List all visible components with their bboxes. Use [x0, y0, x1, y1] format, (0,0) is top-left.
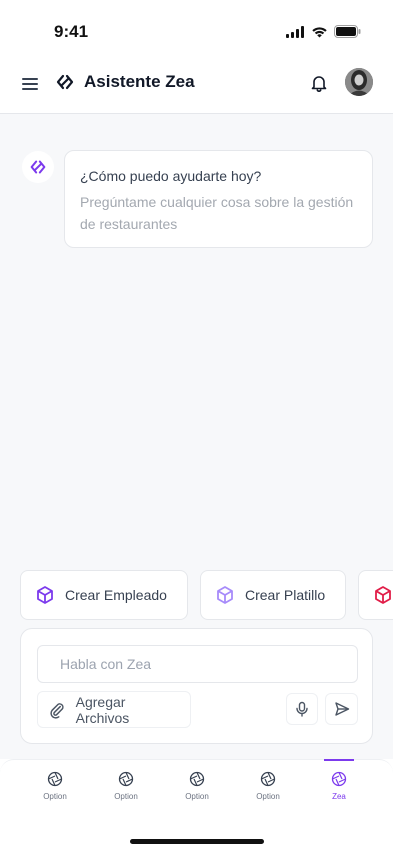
send-icon [334, 702, 349, 716]
bot-message: ¿Cómo puedo ayudarte hoy? Pregúntame cua… [64, 150, 373, 248]
microphone-button[interactable] [286, 693, 318, 725]
quick-action-crear-platillo[interactable]: Crear Platillo [200, 570, 346, 620]
quick-action-crear-empleado[interactable]: Crear Empleado [20, 570, 188, 620]
user-avatar-icon [345, 68, 373, 96]
active-tab-indicator [324, 759, 354, 761]
status-icons [286, 25, 361, 38]
attach-files-button[interactable]: Agregar Archivos [37, 691, 191, 728]
link-code-icon [30, 160, 46, 174]
quick-actions: Crear Empleado Crear Platillo [20, 570, 393, 620]
attach-files-label: Agregar Archivos [75, 693, 130, 726]
aperture-icon [47, 771, 63, 787]
cube-icon [217, 586, 233, 604]
message-subtitle: Pregúntame cualquier cosa sobre la gesti… [80, 194, 354, 232]
page-title: Asistente Zea [84, 72, 195, 91]
status-time: 9:41 [54, 22, 89, 41]
aperture-icon [189, 771, 205, 787]
nav-label: Option [114, 792, 138, 801]
battery-icon [334, 25, 361, 38]
nav-item-option-2[interactable]: Option [96, 760, 156, 810]
bot-avatar [22, 151, 54, 183]
message-composer: Agregar Archivos [20, 628, 373, 744]
nav-item-zea[interactable]: Zea [309, 759, 369, 810]
status-bar: 9:41 [0, 0, 393, 56]
cellular-signal-icon [286, 25, 304, 38]
aperture-icon [260, 771, 276, 787]
message-title: ¿Cómo puedo ayudarte hoy? [80, 168, 262, 184]
quick-action-label: Crear Platillo [245, 587, 326, 603]
microphone-icon [296, 701, 308, 717]
app-header: Asistente Zea [0, 56, 393, 114]
send-button[interactable] [325, 693, 358, 725]
nav-item-option-3[interactable]: Option [167, 760, 227, 810]
chat-input[interactable] [37, 645, 358, 683]
brand: Asistente Zea [54, 71, 195, 93]
chat-area: ¿Cómo puedo ayudarte hoy? Pregúntame cua… [0, 114, 393, 759]
quick-action-third[interactable] [358, 570, 393, 620]
home-indicator [130, 839, 264, 844]
aperture-icon [118, 771, 134, 787]
nav-item-option-1[interactable]: Option [25, 760, 85, 810]
nav-item-option-4[interactable]: Option [238, 760, 298, 810]
bell-icon [311, 76, 327, 92]
notifications-button[interactable] [305, 69, 333, 97]
nav-label: Option [43, 792, 67, 801]
nav-label: Zea [332, 792, 346, 801]
cube-icon [375, 586, 391, 604]
menu-button[interactable] [20, 74, 42, 96]
link-code-icon [56, 74, 74, 90]
aperture-icon [331, 771, 347, 787]
cube-icon [37, 586, 53, 604]
paperclip-icon [50, 702, 64, 719]
nav-label: Option [256, 792, 280, 801]
avatar[interactable] [345, 68, 373, 96]
quick-action-label: Crear Empleado [65, 587, 167, 603]
nav-label: Option [185, 792, 209, 801]
hamburger-menu-icon [22, 78, 38, 90]
wifi-icon [312, 26, 327, 37]
